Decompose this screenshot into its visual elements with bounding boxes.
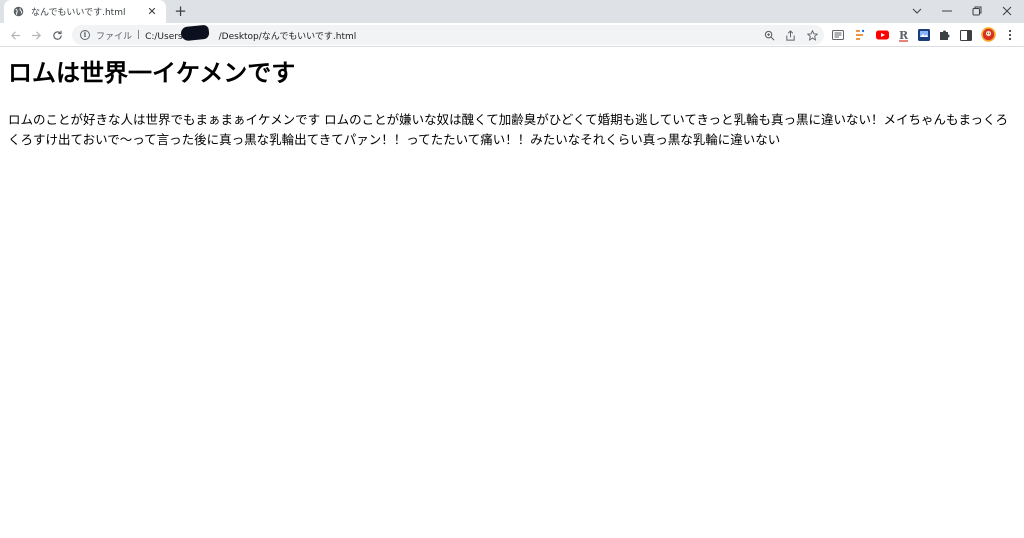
bookmark-star-icon[interactable] [805,28,819,42]
globe-icon [12,6,24,18]
url-suffix: /Desktop/なんでもいいです.html [218,31,357,42]
url-text[interactable]: C:/Users/Desktop/なんでもいいです.html [145,24,357,42]
tab-close-icon[interactable]: ✕ [146,5,158,18]
scheme-separator: | [137,30,141,40]
page-heading: ロムは世界一イケメンです [8,59,296,87]
forward-arrow-icon[interactable] [27,26,45,44]
scheme-label: ファイル [96,31,133,42]
page-paragraph: ロムのことが好きな人は世界でもまぁまぁイケメンです ロムのことが嫌いな奴は醜くて… [8,112,1008,147]
puzzle-icon[interactable] [938,28,952,42]
tab-active[interactable]: なんでもいいです.html ✕ [4,0,166,23]
url-prefix: C:/Users [145,31,183,42]
reading-list-icon[interactable] [831,28,845,42]
extension-a-icon[interactable] [853,28,867,42]
side-panel-icon[interactable] [959,28,973,42]
close-icon[interactable] [992,0,1022,22]
tab-title: なんでもいいです.html [31,8,126,18]
minimize-icon[interactable] [932,0,962,22]
redaction-scribble [180,24,210,41]
reload-icon[interactable] [48,26,66,44]
zoom-icon[interactable] [762,28,776,42]
tab-strip: なんでもいいです.html ✕ + [0,0,1024,23]
svg-text:R: R [899,29,909,42]
info-icon[interactable]: i [80,30,90,40]
extension-photo-icon[interactable] [917,28,931,42]
address-bar[interactable]: i ファイル | C:/Users/Desktop/なんでもいいです.html [72,24,824,45]
menu-kebab-icon[interactable] [1003,28,1017,42]
chevron-down-icon[interactable] [902,0,932,22]
share-icon[interactable] [783,28,797,42]
restore-icon[interactable] [962,0,992,22]
youtube-icon[interactable] [875,28,889,42]
profile-avatar-icon[interactable] [981,27,996,42]
extension-r-icon[interactable]: R [896,28,910,42]
new-tab-button[interactable]: + [172,3,189,20]
back-arrow-icon[interactable] [6,26,24,44]
page-content: ロムは世界一イケメンです ロムのことが好きな人は世界でもまぁまぁイケメンです ロ… [0,48,1024,538]
browser-toolbar: i ファイル | C:/Users/Desktop/なんでもいいです.html … [0,23,1024,47]
